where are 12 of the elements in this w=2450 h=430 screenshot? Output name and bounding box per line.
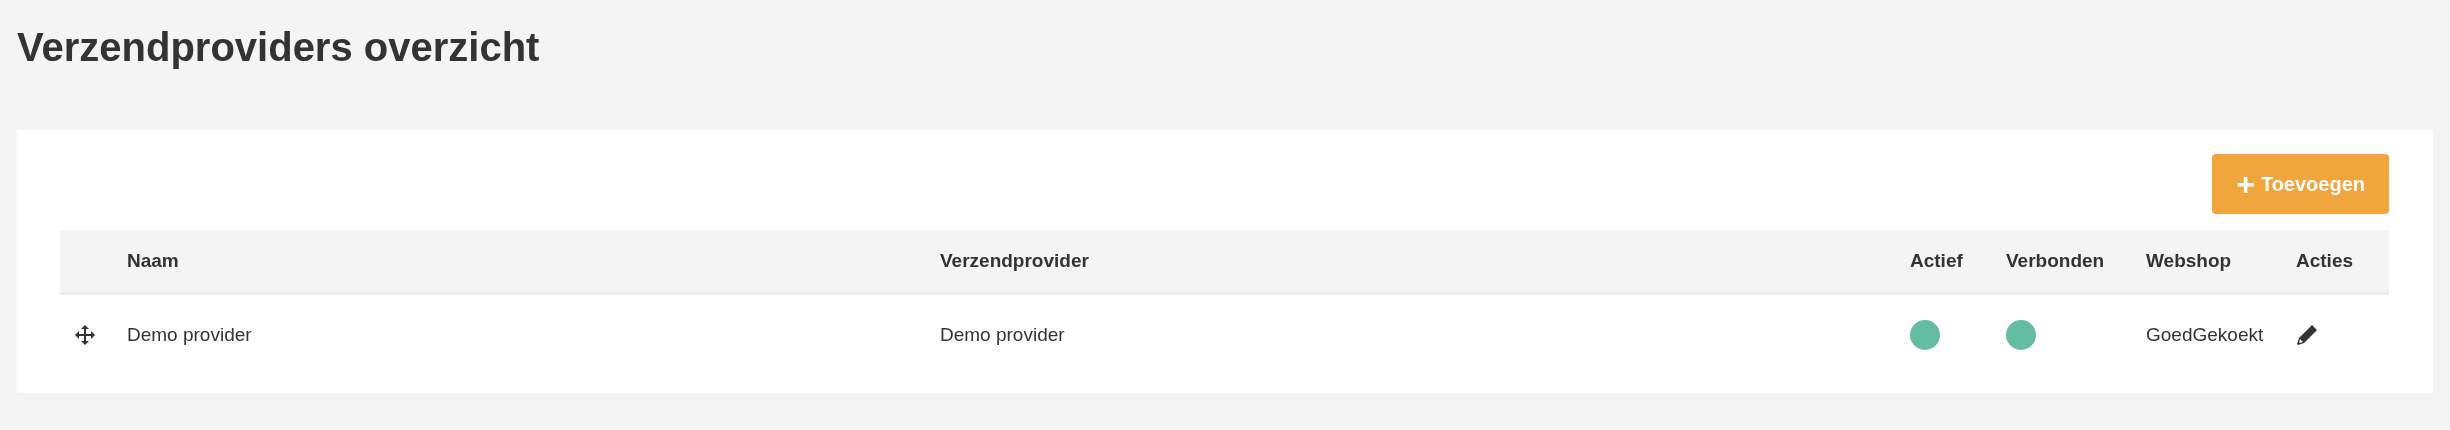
column-header: Verbonden bbox=[2006, 230, 2146, 295]
column-header: Acties bbox=[2296, 230, 2389, 295]
column-header: Verzendprovider bbox=[940, 230, 1910, 295]
move-icon[interactable] bbox=[75, 325, 95, 345]
page-title: Verzendproviders overzicht bbox=[17, 24, 541, 71]
pencil-icon[interactable] bbox=[2296, 324, 2318, 346]
column-header: Naam bbox=[127, 230, 940, 295]
column-header: Actief bbox=[1910, 230, 2006, 295]
table-cell: Demo provider bbox=[127, 324, 252, 346]
table-cell: GoedGekoekt bbox=[2146, 324, 2264, 346]
table-cell: Demo provider bbox=[940, 324, 1065, 346]
column-header: Webshop bbox=[2146, 230, 2296, 295]
